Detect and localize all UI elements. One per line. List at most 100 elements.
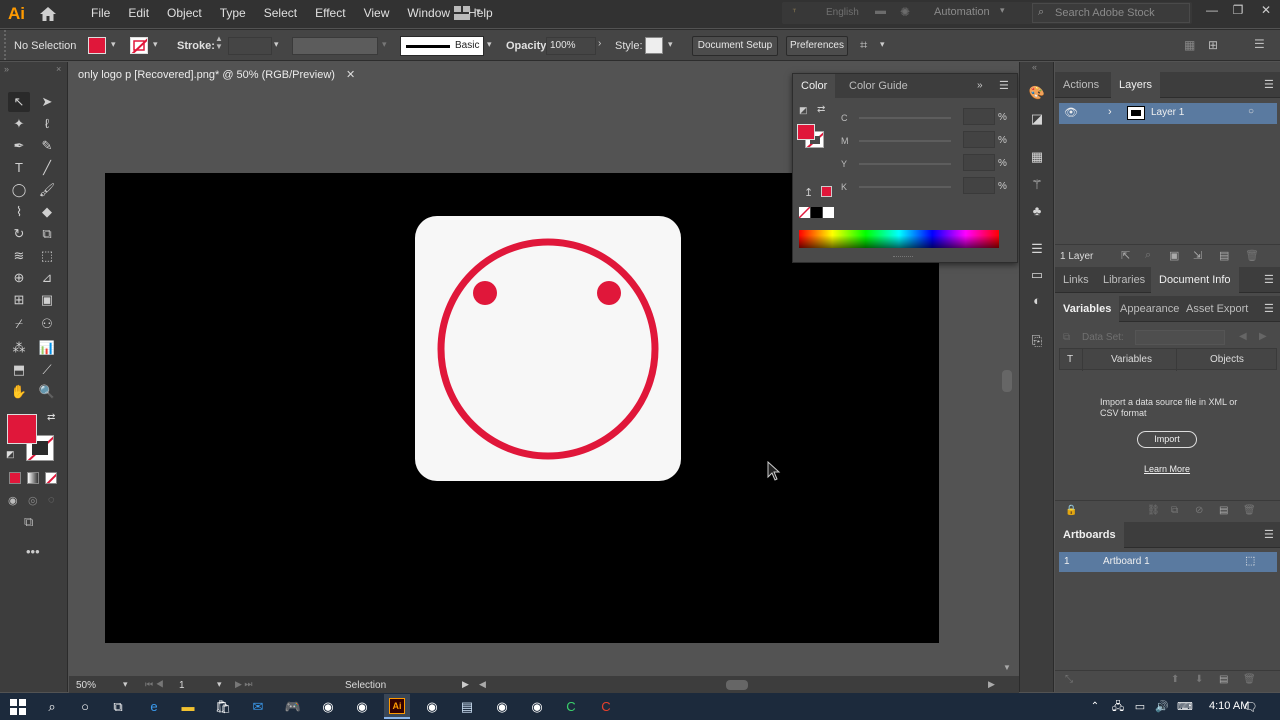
notepad-icon[interactable]: ▤ (457, 697, 477, 717)
channel-y-field[interactable] (963, 154, 995, 171)
channel-y-slider[interactable] (859, 163, 951, 165)
tab-libraries[interactable]: Libraries (1095, 267, 1153, 293)
warp-tool-icon[interactable]: ≋ (8, 246, 30, 266)
tab-appearance[interactable]: Appearance (1112, 296, 1187, 322)
tab-artboards[interactable]: Artboards (1055, 522, 1124, 548)
arrange-documents-icon[interactable]: ⌗ (860, 37, 867, 53)
game-controller-icon[interactable]: 🎮 (283, 697, 303, 717)
panel-fill-box[interactable] (797, 124, 815, 140)
fill-swatch[interactable] (88, 37, 106, 54)
ellipse-tool-icon[interactable]: ◯ (8, 180, 30, 200)
artboard-tool-icon[interactable]: ⬒ (8, 360, 30, 380)
line-tool-icon[interactable]: ╱ (36, 158, 58, 178)
next-dataset-icon[interactable]: ▶ (1259, 331, 1267, 342)
slice-tool-icon[interactable]: ⟋ (36, 360, 58, 380)
black-swatch[interactable] (811, 207, 822, 218)
tab-document-info[interactable]: Document Info (1151, 267, 1239, 293)
task-view-icon[interactable]: ⧉ (108, 697, 128, 717)
export-icon[interactable]: ⎘ (1028, 332, 1046, 350)
delete-artboard-icon[interactable]: 🗑 (1243, 674, 1256, 685)
resize-grip[interactable] (893, 256, 913, 259)
symbols-icon[interactable]: ♣ (1028, 202, 1046, 220)
chrome-icon[interactable]: ◉ (492, 697, 512, 717)
stroke-stepper[interactable]: ▲ ▼ (215, 35, 223, 51)
target-circle-icon[interactable]: ○ (1248, 106, 1254, 117)
windows-start-icon[interactable] (8, 697, 28, 717)
new-layer-icon[interactable]: ▤ (1219, 249, 1229, 262)
draw-inside-icon[interactable]: ◌ (48, 494, 55, 506)
prev-dataset-icon[interactable]: ◀ (1239, 331, 1247, 342)
paintbrush-tool-icon[interactable]: 🖌 (36, 180, 58, 200)
chevron-down-icon[interactable]: ▾ (111, 39, 116, 50)
menu-type[interactable]: Type (211, 0, 255, 28)
gamut-swatch[interactable] (821, 186, 832, 197)
curvature-tool-icon[interactable]: ✎ (36, 136, 58, 156)
new-variable-icon[interactable]: ▤ (1219, 505, 1228, 516)
search-icon[interactable]: ⌕ (42, 697, 62, 717)
chrome-icon[interactable]: ◉ (527, 697, 547, 717)
type-tool-icon[interactable]: T (8, 158, 30, 178)
logo-artwork[interactable] (415, 216, 681, 481)
lasso-tool-icon[interactable]: ℓ (36, 114, 58, 134)
draw-behind-icon[interactable]: ◎ (28, 494, 38, 507)
menu-view[interactable]: View (355, 0, 399, 28)
none-swatch[interactable] (799, 207, 810, 218)
document-tab[interactable]: only logo p [Recovered].png* @ 50% (RGB/… (69, 62, 369, 88)
menu-file[interactable]: File (82, 0, 119, 28)
hand-tool-icon[interactable]: ✋ (8, 382, 30, 402)
collapse-panel-icon[interactable]: » (977, 80, 983, 91)
shape-builder-tool-icon[interactable]: ⊕ (8, 268, 30, 288)
close-window-button[interactable]: ✕ (1254, 0, 1278, 22)
gradient-mode-icon[interactable] (27, 472, 39, 484)
stroke-swatch[interactable] (130, 37, 148, 54)
align-icon[interactable]: ▦ (1184, 38, 1195, 52)
link-visibility-icon[interactable]: ⧉ (1171, 505, 1178, 516)
color-palette-icon[interactable]: 🎨 (1028, 84, 1046, 102)
swap-colors-icon[interactable]: ⇄ (47, 412, 55, 423)
maximize-button[interactable]: ❐ (1226, 0, 1250, 22)
menu-select[interactable]: Select (255, 0, 306, 28)
color-mode-icon[interactable] (9, 472, 21, 484)
move-up-icon[interactable]: ⬆ (1171, 674, 1179, 685)
keyboard-icon[interactable]: ⌨ (1175, 697, 1195, 717)
color-guide-icon[interactable]: ◪ (1028, 110, 1046, 128)
tab-color[interactable]: Color (793, 74, 836, 98)
rearrange-icon[interactable]: ⤡ (1065, 674, 1073, 685)
graphic-style-swatch[interactable] (645, 37, 663, 54)
out-of-gamut-icon[interactable]: ↥ (804, 186, 813, 199)
file-explorer-icon[interactable]: ▬ (178, 697, 198, 717)
home-icon[interactable] (38, 5, 58, 23)
chrome-icon[interactable]: ◉ (352, 697, 372, 717)
eyedropper-tool-icon[interactable]: ⌿ (8, 314, 30, 334)
none-mode-icon[interactable] (45, 472, 57, 484)
chevron-right-icon[interactable]: ▶ (462, 679, 469, 690)
tab-layers[interactable]: Layers (1111, 72, 1161, 98)
mail-icon[interactable]: ✉ (248, 697, 268, 717)
scroll-left-icon[interactable]: ◀ (479, 679, 486, 690)
channel-c-slider[interactable] (859, 117, 951, 119)
swap-colors-icon[interactable]: ⇄ (817, 104, 825, 115)
artboard-number[interactable]: 1 (179, 680, 185, 691)
menu-icon[interactable]: ☰ (1254, 37, 1265, 51)
store-icon[interactable]: 🛍 (213, 697, 233, 717)
minimize-button[interactable]: — (1200, 0, 1224, 22)
channel-m-field[interactable] (963, 131, 995, 148)
artboard-row-name[interactable]: Artboard 1 (1103, 556, 1150, 567)
scroll-down-icon[interactable]: ▼ (1003, 663, 1011, 672)
menu-effect[interactable]: Effect (306, 0, 354, 28)
panel-menu-icon[interactable]: ☰ (1264, 78, 1274, 91)
tab-color-guide[interactable]: Color Guide (841, 74, 916, 98)
close-tab-icon[interactable]: ✕ (346, 68, 355, 81)
chevron-down-icon[interactable]: ▾ (476, 6, 481, 17)
chrome-icon[interactable]: ◉ (318, 697, 338, 717)
volume-icon[interactable]: 🔊 (1152, 697, 1172, 717)
capture-dataset-icon[interactable]: ⧉ (1063, 332, 1070, 343)
camtasia-green-icon[interactable]: C (561, 697, 581, 717)
camtasia-red-icon[interactable]: C (596, 697, 616, 717)
symbol-sprayer-tool-icon[interactable]: ⁂ (8, 338, 30, 358)
more-tools-icon[interactable]: ••• (26, 544, 40, 559)
workspace-layout-icon[interactable] (454, 6, 470, 20)
chevron-up-icon[interactable]: ⌃ (1085, 697, 1105, 717)
new-artboard-icon[interactable]: ▤ (1219, 674, 1228, 685)
tab-asset-export[interactable]: Asset Export (1178, 296, 1256, 322)
